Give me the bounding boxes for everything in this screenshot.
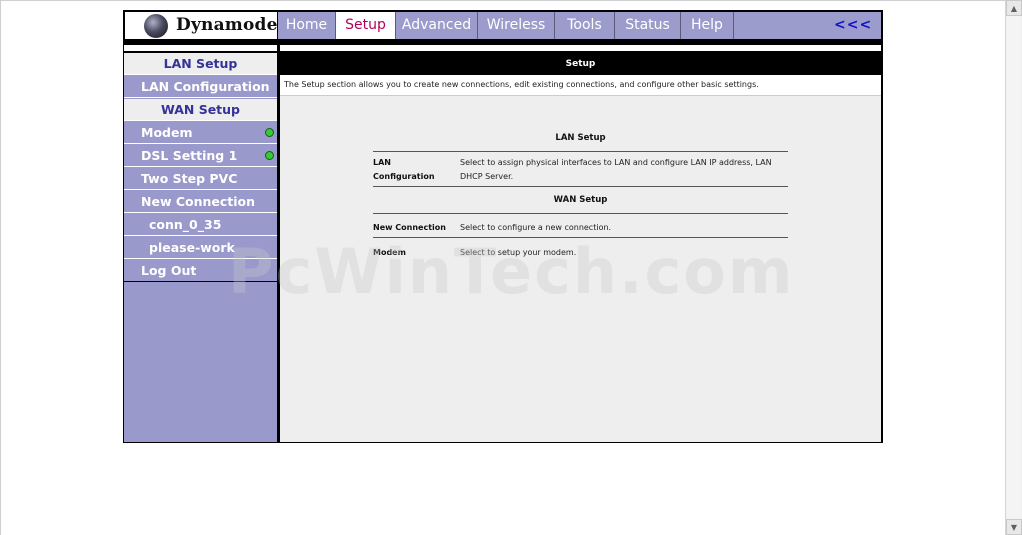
logo-text: Dynamode [176, 15, 278, 35]
sidebar-item-label: Modem [141, 125, 193, 140]
tab-tools[interactable]: Tools [555, 12, 615, 39]
wan-setup-heading: WAN Setup [553, 195, 608, 205]
window-top-border [0, 0, 1005, 1]
divider [373, 151, 788, 152]
sidebar-item-dsl-setting-1[interactable]: DSL Setting 1 [124, 145, 277, 167]
watermark-text: PcWinTech.com [228, 235, 795, 308]
tab-help[interactable]: Help [681, 12, 734, 39]
sidebar-item-label: please-work [149, 240, 235, 255]
sidebar-item-label: New Connection [141, 194, 256, 209]
status-green-icon [265, 151, 274, 160]
tab-status[interactable]: Status [615, 12, 681, 39]
top-navigation: Home Setup Advanced Wireless Tools Statu… [278, 12, 881, 39]
logo: Dynamode [125, 12, 277, 39]
sidebar-item-modem[interactable]: Modem [124, 122, 277, 144]
header-divider-left [124, 45, 277, 51]
sidebar-item-label: Log Out [141, 263, 197, 278]
sidebar-item-label: DSL Setting 1 [141, 148, 238, 163]
vertical-scrollbar[interactable]: ▲ ▼ [1005, 0, 1022, 535]
scrollbar-track[interactable] [1007, 16, 1021, 519]
collapse-menu-link[interactable]: <<< [834, 12, 872, 39]
lan-configuration-description: Select to assign physical interfaces to … [460, 158, 772, 181]
sidebar-item-new-connection[interactable]: New Connection [124, 191, 277, 213]
scroll-up-icon[interactable]: ▲ [1006, 0, 1022, 16]
lan-setup-heading: LAN Setup [555, 133, 606, 143]
new-connection-description: Select to configure a new connection. [460, 223, 612, 232]
sidebar-heading-wan-setup: WAN Setup [124, 99, 277, 121]
sidebar-item-label: Two Step PVC [141, 171, 238, 186]
new-connection-key: New Connection [373, 223, 446, 232]
sidebar-item-lan-configuration[interactable]: LAN Configuration [124, 76, 277, 98]
page-title: Setup [280, 53, 881, 75]
logo-ball-icon [144, 14, 168, 38]
tab-wireless[interactable]: Wireless [478, 12, 555, 39]
status-green-icon [265, 128, 274, 137]
sidebar-item-two-step-pvc[interactable]: Two Step PVC [124, 168, 277, 190]
sidebar-heading-lan-setup: LAN Setup [124, 53, 277, 75]
scroll-down-icon[interactable]: ▼ [1006, 519, 1022, 535]
sidebar-item-label: LAN Configuration [141, 79, 270, 94]
sidebar-item-conn-0-35[interactable]: conn_0_35 [124, 214, 277, 236]
tab-setup[interactable]: Setup [336, 12, 396, 39]
divider [373, 213, 788, 214]
window-left-border [0, 0, 1, 535]
divider [373, 186, 788, 187]
sidebar-item-label: conn_0_35 [149, 217, 222, 232]
tab-advanced[interactable]: Advanced [396, 12, 478, 39]
header-divider-right [280, 45, 881, 51]
intro-text: The Setup section allows you to create n… [280, 75, 881, 96]
lan-configuration-key: LAN Configuration [373, 158, 435, 181]
tab-home[interactable]: Home [278, 12, 336, 39]
router-page-frame: Dynamode Home Setup Advanced Wireless To… [123, 10, 883, 443]
